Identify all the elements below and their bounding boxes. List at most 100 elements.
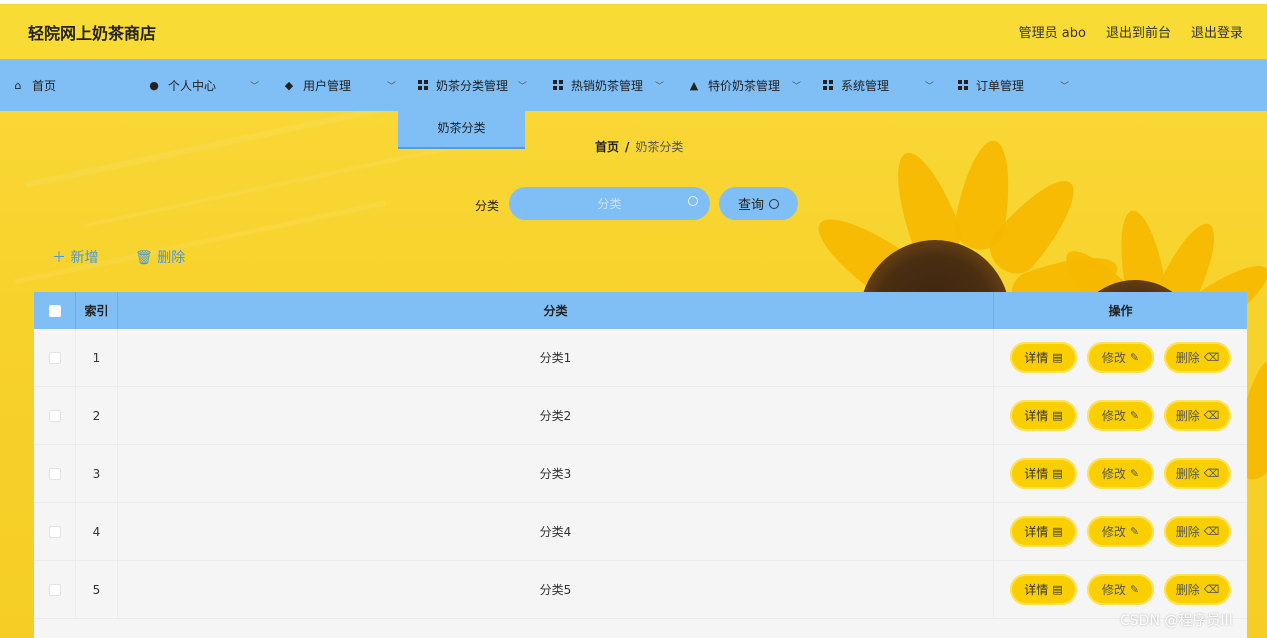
search-label: 分类 bbox=[475, 199, 500, 213]
back-to-front-link[interactable]: 退出到前台 bbox=[1106, 22, 1171, 41]
delete-row-label: 删除 bbox=[1175, 467, 1200, 481]
delete-row-button[interactable]: 删除 ⌫ bbox=[1164, 342, 1231, 373]
row-select-cell bbox=[34, 561, 76, 618]
detail-label: 详情 bbox=[1024, 467, 1049, 481]
select-all-cell bbox=[34, 292, 76, 329]
grid-icon bbox=[418, 80, 428, 90]
edit-label: 修改 bbox=[1101, 409, 1126, 423]
category-table: 索引 分类 操作 1 分类1 详情 ▤ 修改 ✎ 删除 ⌫ 2 分类2 详情 ▤ 修改 ✎ 删除 ⌫ 3 分类3 详… bbox=[34, 292, 1247, 638]
table-row: 1 分类1 详情 ▤ 修改 ✎ 删除 ⌫ bbox=[34, 329, 1247, 387]
nav-item-profile[interactable]: ● 个人中心 ﹀ bbox=[148, 59, 259, 111]
nav-label: 个人中心 bbox=[168, 78, 217, 93]
user-icon: ● bbox=[149, 78, 159, 92]
grid-icon bbox=[958, 80, 968, 90]
delete-row-label: 删除 bbox=[1175, 525, 1200, 539]
row-checkbox[interactable] bbox=[48, 409, 61, 422]
row-select-cell bbox=[34, 445, 76, 502]
detail-label: 详情 bbox=[1024, 351, 1049, 365]
chevron-down-icon: ﹀ bbox=[518, 81, 528, 92]
delete-row-button[interactable]: 删除 ⌫ bbox=[1164, 516, 1231, 547]
main-nav: ⌂ 首页 ● 个人中心 ﹀ ◆ 用户管理 ﹀ 奶茶分类管理 ﹀ 热销奶茶管理 ﹀… bbox=[0, 59, 1267, 111]
edit-button[interactable]: 修改 ✎ bbox=[1087, 574, 1154, 605]
trash-icon: ⌫ bbox=[1203, 467, 1220, 480]
delete-row-button[interactable]: 删除 ⌫ bbox=[1164, 574, 1231, 605]
add-button[interactable]: ＋ 新增 bbox=[52, 247, 98, 267]
home-icon: ⌂ bbox=[14, 78, 22, 92]
row-index: 1 bbox=[76, 329, 118, 386]
detail-button[interactable]: 详情 ▤ bbox=[1010, 574, 1077, 605]
delete-row-label: 删除 bbox=[1175, 409, 1200, 423]
detail-button[interactable]: 详情 ▤ bbox=[1010, 400, 1077, 431]
brand-title: 轻院网上奶茶商店 bbox=[28, 23, 157, 43]
row-category: 分类5 bbox=[118, 561, 994, 618]
submenu-item-tea-category[interactable]: 奶茶分类 bbox=[398, 111, 525, 149]
header-actions: 操作 bbox=[1108, 304, 1133, 318]
row-select-cell bbox=[34, 329, 76, 386]
chevron-down-icon: ﹀ bbox=[655, 81, 665, 92]
breadcrumb-separator: / bbox=[625, 140, 630, 154]
edit-label: 修改 bbox=[1101, 467, 1126, 481]
document-icon: ▤ bbox=[1052, 525, 1063, 538]
table-row: 5 分类5 详情 ▤ 修改 ✎ 删除 ⌫ bbox=[34, 561, 1247, 619]
detail-label: 详情 bbox=[1024, 409, 1049, 423]
trash-icon: ⌫ bbox=[1203, 525, 1220, 538]
nav-item-home[interactable]: ⌂ 首页 bbox=[12, 59, 57, 111]
table-row: 4 分类4 详情 ▤ 修改 ✎ 删除 ⌫ bbox=[34, 503, 1247, 561]
nav-label: 订单管理 bbox=[976, 78, 1025, 93]
watermark: CSDN @程序员III bbox=[1120, 613, 1233, 629]
chevron-down-icon: ﹀ bbox=[925, 81, 935, 92]
row-actions: 详情 ▤ 修改 ✎ 删除 ⌫ bbox=[994, 503, 1247, 560]
breadcrumb-current: 奶茶分类 bbox=[635, 140, 684, 154]
edit-label: 修改 bbox=[1101, 583, 1126, 597]
query-button[interactable]: 查询 bbox=[719, 187, 798, 220]
trash-icon: 🗑︎ bbox=[135, 250, 153, 266]
detail-button[interactable]: 详情 ▤ bbox=[1010, 458, 1077, 489]
nav-label: 特价奶茶管理 bbox=[708, 78, 781, 93]
row-checkbox[interactable] bbox=[48, 467, 61, 480]
row-index: 2 bbox=[76, 387, 118, 444]
chevron-down-icon: ﹀ bbox=[250, 81, 260, 92]
delete-row-button[interactable]: 删除 ⌫ bbox=[1164, 400, 1231, 431]
breadcrumb-home[interactable]: 首页 bbox=[595, 140, 619, 154]
document-icon: ▤ bbox=[1052, 583, 1063, 596]
header-index: 索引 bbox=[76, 292, 118, 329]
nav-label: 系统管理 bbox=[841, 78, 890, 93]
row-index: 3 bbox=[76, 445, 118, 502]
nav-item-hot-tea[interactable]: 热销奶茶管理 ﹀ bbox=[553, 59, 664, 111]
edit-button[interactable]: 修改 ✎ bbox=[1087, 458, 1154, 489]
row-actions: 详情 ▤ 修改 ✎ 删除 ⌫ bbox=[994, 387, 1247, 444]
nav-item-special-tea[interactable]: ▲ 特价奶茶管理 ﹀ bbox=[688, 59, 801, 111]
row-category: 分类3 bbox=[118, 445, 994, 502]
table-row: 2 分类2 详情 ▤ 修改 ✎ 删除 ⌫ bbox=[34, 387, 1247, 445]
edit-button[interactable]: 修改 ✎ bbox=[1087, 516, 1154, 547]
delete-selected-button[interactable]: 🗑︎ 删除 bbox=[135, 247, 185, 267]
row-checkbox[interactable] bbox=[48, 583, 61, 596]
nav-item-users[interactable]: ◆ 用户管理 ﹀ bbox=[283, 59, 396, 111]
detail-label: 详情 bbox=[1024, 525, 1049, 539]
trash-icon: ⌫ bbox=[1203, 409, 1220, 422]
select-all-checkbox[interactable] bbox=[48, 304, 61, 317]
category-search-input[interactable] bbox=[509, 187, 710, 220]
row-checkbox[interactable] bbox=[48, 525, 61, 538]
header-category: 分类 bbox=[118, 292, 994, 329]
chevron-down-icon: ﹀ bbox=[792, 81, 802, 92]
edit-button[interactable]: 修改 ✎ bbox=[1087, 342, 1154, 373]
trash-icon: ⌫ bbox=[1203, 351, 1220, 364]
nav-item-system[interactable]: 系统管理 ﹀ bbox=[823, 59, 934, 111]
admin-user-link[interactable]: 管理员 abo bbox=[1019, 22, 1086, 41]
detail-button[interactable]: 详情 ▤ bbox=[1010, 342, 1077, 373]
delete-row-button[interactable]: 删除 ⌫ bbox=[1164, 458, 1231, 489]
breadcrumb: 首页 / 奶茶分类 bbox=[595, 138, 683, 155]
row-category: 分类2 bbox=[118, 387, 994, 444]
document-icon: ▤ bbox=[1052, 409, 1063, 422]
logout-link[interactable]: 退出登录 bbox=[1191, 22, 1243, 41]
header-links: 管理员 abo 退出到前台 退出登录 bbox=[1019, 22, 1243, 41]
pencil-icon: ✎ bbox=[1129, 525, 1140, 538]
chevron-down-icon: ﹀ bbox=[387, 81, 397, 92]
nav-item-orders[interactable]: 订单管理 ﹀ bbox=[958, 59, 1069, 111]
detail-button[interactable]: 详情 ▤ bbox=[1010, 516, 1077, 547]
nav-item-tea-category[interactable]: 奶茶分类管理 ﹀ bbox=[418, 59, 527, 111]
user-icon: ▲ bbox=[689, 78, 699, 92]
edit-button[interactable]: 修改 ✎ bbox=[1087, 400, 1154, 431]
row-checkbox[interactable] bbox=[48, 351, 61, 364]
